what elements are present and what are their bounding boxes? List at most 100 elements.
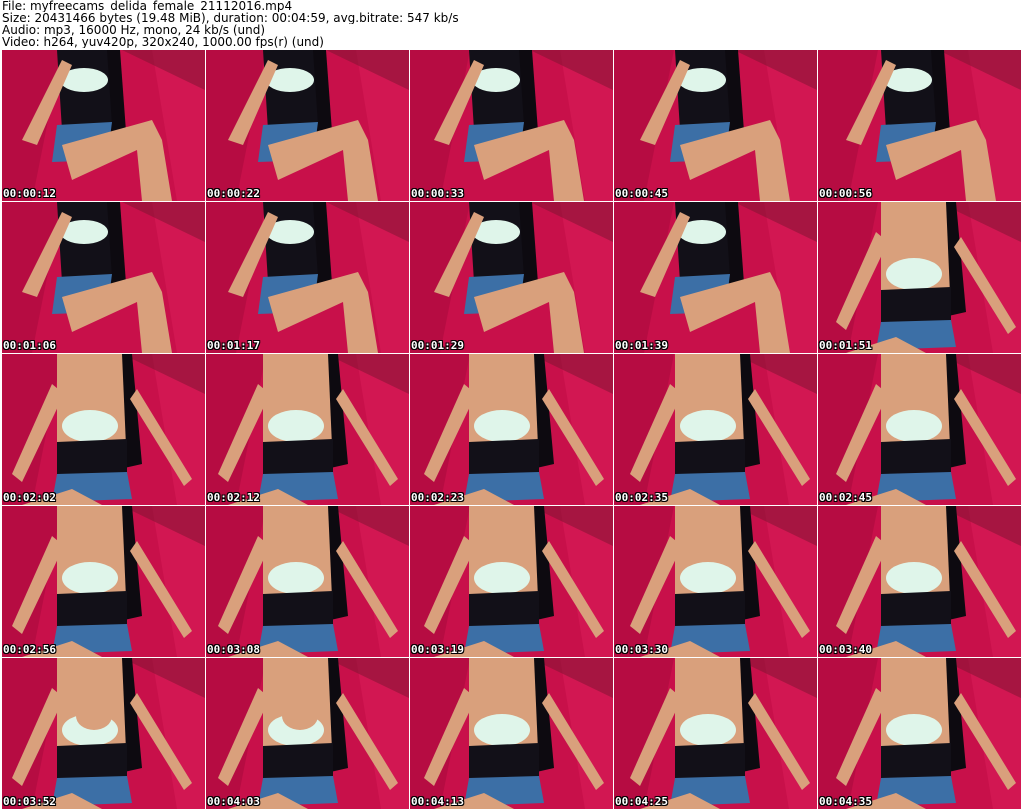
thumbnail-image [614,658,817,809]
thumbnail-frame: 00:01:29 [410,202,613,353]
hand [76,702,112,730]
bra [680,562,736,594]
thumbnail-timestamp: 00:00:45 [615,187,668,200]
thumbnail-image [614,506,817,657]
bra [886,562,942,594]
bra [680,714,736,746]
thumbnail-frame: 00:02:23 [410,354,613,505]
thumbnail-frame: 00:01:06 [2,202,205,353]
thumbnail-timestamp: 00:00:22 [207,187,260,200]
black-top [469,591,539,628]
thumbnail-frame: 00:03:40 [818,506,1021,657]
thumbnail-timestamp: 00:03:08 [207,643,260,656]
thumbnail-frame: 00:00:56 [818,50,1021,201]
thumbnail-frame: 00:01:17 [206,202,409,353]
thumbnail-image [206,50,409,201]
thumbnail-image [818,50,1021,201]
file-size-line: Size: 20431466 bytes (19.48 MiB), durati… [2,12,459,24]
bra [268,562,324,594]
bra [886,714,942,746]
black-top [881,743,951,780]
thumbnail-frame: 00:02:45 [818,354,1021,505]
thumbnail-frame: 00:00:33 [410,50,613,201]
thumbnail-frame: 00:03:19 [410,506,613,657]
thumbnail-frame: 00:03:08 [206,506,409,657]
thumbnail-frame: 00:03:52 [2,658,205,809]
bra [886,258,942,290]
thumbnail-timestamp: 00:02:35 [615,491,668,504]
thumbnail-timestamp: 00:01:29 [411,339,464,352]
black-top [881,591,951,628]
bra [62,410,118,442]
thumbnail-timestamp: 00:03:52 [3,795,56,808]
thumbnail-image [2,658,205,809]
thumbnail-image [2,50,205,201]
thumbnail-image [410,658,613,809]
thumbnail-image [818,354,1021,505]
thumbnail-image [614,50,817,201]
thumbnail-timestamp: 00:02:12 [207,491,260,504]
video-info-line: Video: h264, yuv420p, 320x240, 1000.00 f… [2,36,324,48]
black-top [263,439,333,476]
thumbnail-frame: 00:02:56 [2,506,205,657]
black-top [263,743,333,780]
thumbnail-frame: 00:00:12 [2,50,205,201]
thumbnail-timestamp: 00:00:33 [411,187,464,200]
thumbnail-image [614,354,817,505]
thumbnail-image [818,202,1021,353]
black-top [57,591,127,628]
thumbnail-timestamp: 00:04:35 [819,795,872,808]
thumbnail-timestamp: 00:03:30 [615,643,668,656]
bra [474,410,530,442]
thumbnail-timestamp: 00:02:56 [3,643,56,656]
black-top [675,439,745,476]
thumbnail-frame: 00:04:25 [614,658,817,809]
thumbnail-frame: 00:04:13 [410,658,613,809]
black-top [675,591,745,628]
thumbnail-frame: 00:00:22 [206,50,409,201]
thumbnail-timestamp: 00:03:40 [819,643,872,656]
bra [474,714,530,746]
thumbnail-timestamp: 00:02:45 [819,491,872,504]
hand [282,702,318,730]
thumbnail-timestamp: 00:04:25 [615,795,668,808]
thumbnail-image [818,506,1021,657]
bra [474,562,530,594]
thumbnail-timestamp: 00:02:02 [3,491,56,504]
black-top [57,439,127,476]
thumbnail-image [410,202,613,353]
thumbnail-timestamp: 00:00:12 [3,187,56,200]
bra [62,562,118,594]
thumbnail-image [410,506,613,657]
thumbnail-image [2,354,205,505]
black-top [57,743,127,780]
bra [268,410,324,442]
thumbnail-image [2,506,205,657]
black-top [881,439,951,476]
bra [886,410,942,442]
thumbnail-timestamp: 00:01:17 [207,339,260,352]
thumbnail-image [206,354,409,505]
thumbnail-frame: 00:03:30 [614,506,817,657]
thumbnail-frame: 00:01:39 [614,202,817,353]
thumbnail-frame: 00:02:35 [614,354,817,505]
black-top [469,439,539,476]
thumbnail-frame: 00:02:12 [206,354,409,505]
thumbnail-image [206,202,409,353]
black-top [881,287,951,324]
black-top [469,743,539,780]
thumbnail-timestamp: 00:01:06 [3,339,56,352]
bra [680,410,736,442]
thumbnail-frame: 00:01:51 [818,202,1021,353]
thumbnail-grid: 00:00:12 00:00:22 00:00:33 00:00:45 00:00:56… [2,50,1024,810]
thumbnail-frame: 00:00:45 [614,50,817,201]
thumbnail-timestamp: 00:03:19 [411,643,464,656]
file-name-line: File: myfreecams_delida_female_21112016.… [2,0,293,12]
thumbnail-timestamp: 00:04:03 [207,795,260,808]
thumbnail-timestamp: 00:01:39 [615,339,668,352]
thumbnail-image [206,658,409,809]
thumbnail-timestamp: 00:02:23 [411,491,464,504]
audio-info-line: Audio: mp3, 16000 Hz, mono, 24 kb/s (und… [2,24,266,36]
thumbnail-timestamp: 00:01:51 [819,339,872,352]
thumbnail-timestamp: 00:04:13 [411,795,464,808]
